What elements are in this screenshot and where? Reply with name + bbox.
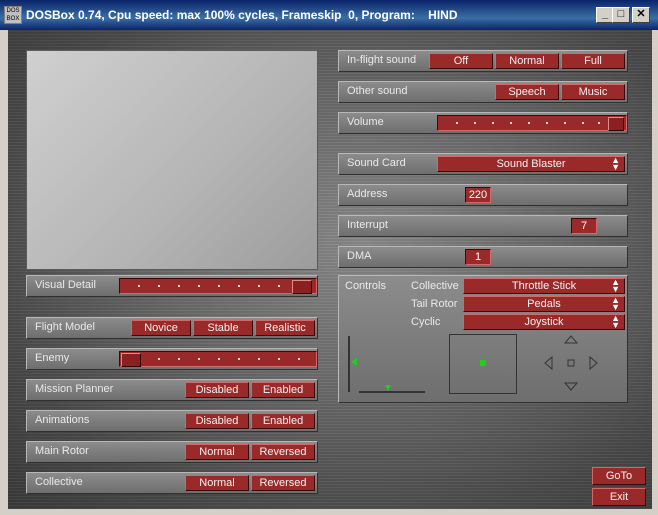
volume-slider[interactable] <box>437 115 627 131</box>
dma-field[interactable]: 1 <box>465 249 491 265</box>
updown-arrows-icon: ▲ ▼ <box>611 277 620 294</box>
collective-pointer-icon <box>351 358 357 366</box>
other-sound-music-button[interactable]: Music <box>561 84 625 100</box>
visual-detail-knob[interactable] <box>292 280 312 294</box>
volume-row: Volume <box>338 112 628 134</box>
enemy-knob[interactable] <box>121 353 141 367</box>
animations-enabled-button[interactable]: Enabled <box>251 413 315 429</box>
visual-detail-row: Visual Detail <box>26 275 318 297</box>
main-rotor-row: Main Rotor Normal Reversed <box>26 441 318 463</box>
flight-model-realistic-button[interactable]: Realistic <box>255 320 315 336</box>
inflight-sound-label: In-flight sound <box>347 54 417 66</box>
inflight-sound-normal-button[interactable]: Normal <box>495 53 559 69</box>
sound-card-select[interactable]: Sound Blaster ▲ ▼ <box>437 156 625 172</box>
flight-model-label: Flight Model <box>35 321 95 333</box>
flight-model-novice-button[interactable]: Novice <box>131 320 191 336</box>
inflight-sound-full-button[interactable]: Full <box>561 53 625 69</box>
mission-planner-enabled-button[interactable]: Enabled <box>251 382 315 398</box>
window-title: DOSBox 0.74, Cpu speed: max 100% cycles,… <box>26 8 458 22</box>
sound-card-label: Sound Card <box>347 157 406 169</box>
control-collective-label: Collective <box>411 280 459 292</box>
address-field[interactable]: 220 <box>465 187 491 203</box>
control-collective-value: Throttle Stick <box>511 280 577 292</box>
control-tail-rotor-value: Pedals <box>527 298 561 310</box>
cyclic-position-icon <box>480 360 486 366</box>
address-label: Address <box>347 188 388 200</box>
main-rotor-normal-button[interactable]: Normal <box>185 444 249 460</box>
updown-arrows-icon: ▲ ▼ <box>611 155 620 172</box>
maximize-button[interactable]: □ <box>612 7 630 23</box>
controls-label: Controls <box>345 280 386 292</box>
interrupt-row: Interrupt 7 <box>338 215 628 237</box>
sound-card-value: Sound Blaster <box>496 158 566 170</box>
volume-knob[interactable] <box>608 117 624 131</box>
control-cyclic-value: Joystick <box>524 316 564 328</box>
updown-arrows-icon: ▲ ▼ <box>611 313 620 330</box>
cyclic-box <box>449 334 517 394</box>
collective-gauge <box>348 336 425 393</box>
exit-button[interactable]: Exit <box>592 488 646 506</box>
visual-detail-label: Visual Detail <box>35 279 96 291</box>
arrow-up-icon <box>563 335 579 344</box>
main-rotor-label: Main Rotor <box>35 445 89 457</box>
goto-button[interactable]: GoTo <box>592 467 646 485</box>
animations-disabled-button[interactable]: Disabled <box>185 413 249 429</box>
arrow-down-icon <box>563 382 579 391</box>
control-tail-rotor-label: Tail Rotor <box>411 298 458 310</box>
other-sound-speech-button[interactable]: Speech <box>495 84 559 100</box>
collective-reversed-button[interactable]: Reversed <box>251 475 315 491</box>
animations-label: Animations <box>35 414 90 426</box>
window-frame-right <box>652 30 658 515</box>
flight-model-row: Flight Model Novice Stable Realistic <box>26 317 318 339</box>
arrow-right-icon <box>589 355 598 371</box>
dma-label: DMA <box>347 250 372 262</box>
center-icon <box>567 359 575 367</box>
direction-pad <box>544 335 598 391</box>
preview-image <box>26 50 318 270</box>
collective-label: Collective <box>35 476 83 488</box>
enemy-slider[interactable] <box>119 351 317 367</box>
interrupt-field[interactable]: 7 <box>571 218 597 234</box>
other-sound-row: Other sound Speech Music <box>338 81 628 103</box>
enemy-row: Enemy <box>26 348 318 370</box>
dma-row: DMA 1 <box>338 246 628 268</box>
close-button[interactable]: ✕ <box>632 7 650 23</box>
mission-planner-label: Mission Planner <box>35 383 114 395</box>
control-cyclic-select[interactable]: Joystick ▲ ▼ <box>463 314 625 330</box>
collective-row: Collective Normal Reversed <box>26 472 318 494</box>
animations-row: Animations Disabled Enabled <box>26 410 318 432</box>
control-cyclic-label: Cyclic <box>411 316 441 328</box>
sound-card-row: Sound Card Sound Blaster ▲ ▼ <box>338 153 628 175</box>
window-frame-bottom <box>0 509 658 515</box>
enemy-label: Enemy <box>35 352 70 364</box>
mission-planner-row: Mission Planner Disabled Enabled <box>26 379 318 401</box>
volume-label: Volume <box>347 116 384 128</box>
dos-screen: Visual Detail Flight Model Novice Stable… <box>8 30 652 509</box>
window-frame-left <box>0 30 8 515</box>
visual-detail-slider[interactable] <box>119 278 317 294</box>
flight-model-stable-button[interactable]: Stable <box>193 320 253 336</box>
title-bar: DOS BOX DOSBox 0.74, Cpu speed: max 100%… <box>0 0 658 30</box>
arrow-left-icon <box>544 355 553 371</box>
control-tail-rotor-select[interactable]: Pedals ▲ ▼ <box>463 296 625 312</box>
dosbox-icon[interactable]: DOS BOX <box>4 6 22 24</box>
collective-normal-button[interactable]: Normal <box>185 475 249 491</box>
other-sound-label: Other sound <box>347 85 408 97</box>
inflight-sound-row: In-flight sound Off Normal Full <box>338 50 628 72</box>
interrupt-label: Interrupt <box>347 219 388 231</box>
controls-panel: Controls Collective Throttle Stick ▲ ▼ Ta… <box>338 275 628 403</box>
main-rotor-reversed-button[interactable]: Reversed <box>251 444 315 460</box>
control-collective-select[interactable]: Throttle Stick ▲ ▼ <box>463 278 625 294</box>
address-row: Address 220 <box>338 184 628 206</box>
mission-planner-disabled-button[interactable]: Disabled <box>185 382 249 398</box>
inflight-sound-off-button[interactable]: Off <box>429 53 493 69</box>
tail-rotor-pointer-icon <box>385 385 391 391</box>
updown-arrows-icon: ▲ ▼ <box>611 295 620 312</box>
